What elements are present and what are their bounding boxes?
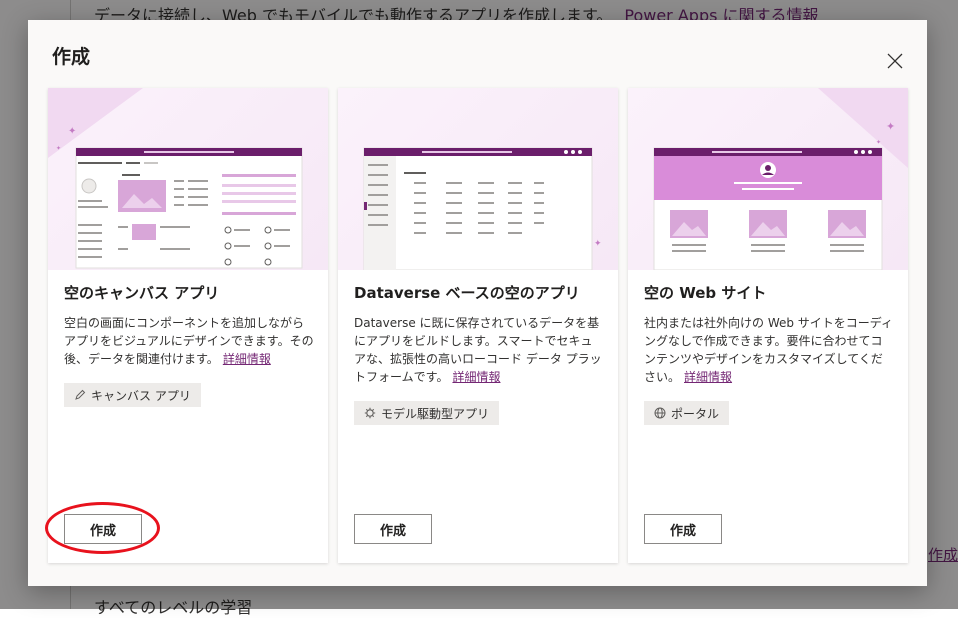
tag-label: ポータル bbox=[671, 406, 720, 421]
svg-text:✦: ✦ bbox=[68, 126, 76, 137]
create-canvas-app-button[interactable]: 作成 bbox=[64, 514, 142, 544]
svg-text:✦: ✦ bbox=[876, 139, 881, 146]
card-title: Dataverse ベースの空のアプリ bbox=[354, 284, 580, 302]
learn-more-link[interactable]: 詳細情報 bbox=[452, 370, 500, 384]
card-description: Dataverse に既に保存されているデータを基にアプリをビルドします。スマー… bbox=[354, 314, 604, 386]
learn-more-link[interactable]: 詳細情報 bbox=[684, 370, 732, 384]
create-dataverse-app-button[interactable]: 作成 bbox=[354, 514, 432, 544]
card-title: 空の Web サイト bbox=[644, 284, 767, 302]
card-title: 空のキャンバス アプリ bbox=[64, 284, 220, 302]
dataverse-app-card[interactable]: ✦ Dataverse ベースの空のアプリ Dataverse に既に保存されて… bbox=[338, 88, 618, 563]
dialog-title: 作成 bbox=[52, 46, 91, 68]
website-thumbnail: ✦ ✦ bbox=[628, 88, 908, 270]
create-dialog: 作成 ✦ ✦ 空のキャンバス アプリ 空白の画面にコンポーネントを追加しながらア… bbox=[28, 20, 927, 586]
card-description-text: 社内または社外向けの Web サイトをコーディングなしで作成できます。要件に合わ… bbox=[644, 316, 893, 384]
portal-tag: ポータル bbox=[644, 401, 730, 425]
card-description: 空白の画面にコンポーネントを追加しながらアプリをビジュアルにデザインできます。そ… bbox=[64, 314, 314, 368]
close-button[interactable] bbox=[882, 48, 908, 74]
globe-icon bbox=[654, 407, 666, 419]
card-description: 社内または社外向けの Web サイトをコーディングなしで作成できます。要件に合わ… bbox=[644, 314, 894, 386]
svg-text:✦: ✦ bbox=[594, 239, 602, 249]
canvas-app-tag: キャンバス アプリ bbox=[64, 383, 201, 407]
svg-text:✦: ✦ bbox=[56, 145, 61, 152]
gear-icon bbox=[364, 407, 376, 419]
svg-text:✦: ✦ bbox=[886, 120, 895, 133]
tag-label: キャンバス アプリ bbox=[91, 388, 191, 403]
create-website-button[interactable]: 作成 bbox=[644, 514, 722, 544]
close-icon bbox=[887, 53, 903, 69]
blank-canvas-app-card[interactable]: ✦ ✦ 空のキャンバス アプリ 空白の画面にコンポーネントを追加しながらアプリを… bbox=[48, 88, 328, 563]
blank-website-card[interactable]: ✦ ✦ 空の Web サイト 社内または社外向けの Web サイトをコーディング… bbox=[628, 88, 908, 563]
tag-label: モデル駆動型アプリ bbox=[381, 406, 490, 421]
dataverse-app-thumbnail: ✦ bbox=[338, 88, 618, 270]
learn-more-link[interactable]: 詳細情報 bbox=[223, 352, 271, 366]
canvas-app-thumbnail: ✦ ✦ bbox=[48, 88, 328, 270]
pencil-icon bbox=[75, 389, 86, 400]
model-driven-app-tag: モデル駆動型アプリ bbox=[354, 401, 500, 425]
card-description-text: 空白の画面にコンポーネントを追加しながらアプリをビジュアルにデザインできます。そ… bbox=[64, 316, 314, 366]
